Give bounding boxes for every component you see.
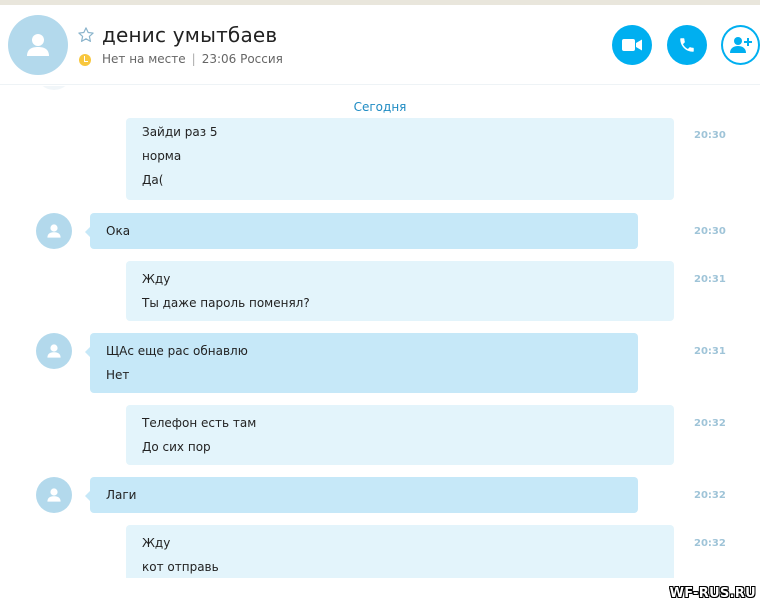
incoming-message[interactable]: ЩАс еще рас обнавлю Нет: [85, 333, 638, 393]
message-text: Зайди раз 5: [142, 125, 218, 139]
bottom-area: WF-RUS.RU: [0, 578, 760, 607]
message-timestamp: 20:30: [694, 226, 726, 237]
message-text: Нет: [106, 368, 130, 382]
person-icon: [47, 224, 61, 238]
contact-status: Нет на месте: [102, 52, 186, 66]
incoming-message[interactable]: Ока: [85, 213, 638, 249]
video-call-button[interactable]: [612, 25, 652, 65]
away-clock-icon: [79, 54, 91, 66]
message-text: Да(: [142, 173, 164, 187]
previous-message-fragment: [36, 86, 636, 100]
message-timestamp: 20:32: [694, 418, 726, 429]
phone-icon: [680, 38, 694, 52]
message-text: ЩАс еще рас обнавлю: [106, 344, 248, 358]
status-separator: |: [191, 52, 196, 66]
message-text: норма: [142, 149, 182, 163]
add-person-icon: [729, 37, 752, 53]
message-timestamp: 20:32: [694, 538, 726, 549]
outgoing-message[interactable]: Телефон есть там До сих пор: [126, 405, 674, 465]
sender-avatar[interactable]: [36, 213, 72, 249]
outgoing-message[interactable]: Жду кот отправь: [126, 525, 674, 578]
outgoing-message[interactable]: Зайди раз 5 норма Да(: [126, 118, 674, 200]
message-text: Жду: [142, 536, 171, 550]
contact-avatar[interactable]: [8, 15, 68, 75]
add-people-button[interactable]: [721, 25, 760, 65]
message-text: кот отправь: [142, 560, 219, 574]
message-text: Ты даже пароль поменял?: [142, 296, 310, 310]
contact-status-line: Нет на месте | 23:06 Россия: [102, 52, 283, 66]
date-separator: Сегодня: [353, 100, 407, 114]
previous-avatar-fragment: [36, 86, 72, 90]
outgoing-message[interactable]: Жду Ты даже пароль поменял?: [126, 261, 674, 321]
message-timestamp: 20:31: [694, 274, 726, 285]
message-text: Лаги: [106, 488, 137, 502]
site-watermark: WF-RUS.RU: [669, 586, 756, 601]
sender-avatar[interactable]: [36, 333, 72, 369]
incoming-message[interactable]: Лаги: [85, 477, 638, 513]
person-icon: [47, 344, 61, 358]
message-text: Ока: [106, 224, 131, 238]
person-icon: [47, 488, 61, 502]
contact-name[interactable]: денис умытбаев: [102, 23, 277, 47]
person-icon: [27, 34, 49, 56]
message-text: Телефон есть там: [142, 416, 257, 430]
message-timestamp: 20:31: [694, 346, 726, 357]
message-text: До сих пор: [142, 440, 211, 454]
message-timestamp: 20:32: [694, 490, 726, 501]
conversation-header: денис умытбаев Нет на месте | 23:06 Росс…: [0, 5, 760, 85]
video-camera-icon: [622, 39, 642, 51]
message-history[interactable]: Сегодня Зайди раз 5 норма Да( 20:30 Ока …: [0, 86, 760, 578]
sender-avatar[interactable]: [36, 477, 72, 513]
favorite-star-icon[interactable]: [77, 26, 95, 44]
audio-call-button[interactable]: [667, 25, 707, 65]
message-text: Жду: [142, 272, 171, 286]
message-timestamp: 20:30: [694, 130, 726, 141]
contact-local-time: 23:06 Россия: [201, 52, 283, 66]
